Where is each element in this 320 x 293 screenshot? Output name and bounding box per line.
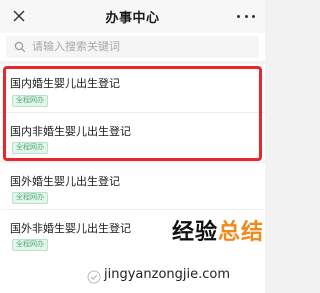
status-badge: 全程网办 — [12, 142, 48, 154]
search-box[interactable] — [6, 36, 259, 58]
item-title: 国外非婚生婴儿出生登记 — [10, 223, 131, 235]
item-title: 国内非婚生婴儿出生登记 — [10, 126, 131, 138]
status-badge: 全程网办 — [12, 239, 48, 251]
list-item[interactable]: 国外婚生婴儿出生登记 全程网办 — [0, 163, 265, 209]
more-dots-icon[interactable] — [237, 9, 255, 23]
status-badge: 全程网办 — [12, 192, 48, 204]
watermark-logo-main: 经验 — [172, 220, 219, 245]
status-badge: 全程网办 — [12, 95, 48, 107]
close-icon[interactable] — [12, 9, 26, 23]
watermark-logo-accent: 总结 — [218, 220, 265, 245]
list-item[interactable]: 国内婚生婴儿出生登记 全程网办 — [0, 64, 265, 112]
search-icon — [14, 41, 26, 53]
check-icon — [87, 270, 101, 284]
item-title: 国内婚生婴儿出生登记 — [10, 78, 120, 90]
search-bar — [0, 33, 265, 61]
item-title: 国外婚生婴儿出生登记 — [10, 176, 120, 188]
watermark-url: jingyanzongjie.com — [104, 267, 231, 282]
navigation-bar: 办事中心 — [0, 0, 265, 33]
watermark-logo: 经验总结 — [172, 214, 264, 246]
page-title: 办事中心 — [105, 10, 160, 25]
list-item[interactable]: 国内非婚生婴儿出生登记 全程网办 — [0, 113, 265, 160]
search-input[interactable] — [32, 41, 232, 53]
